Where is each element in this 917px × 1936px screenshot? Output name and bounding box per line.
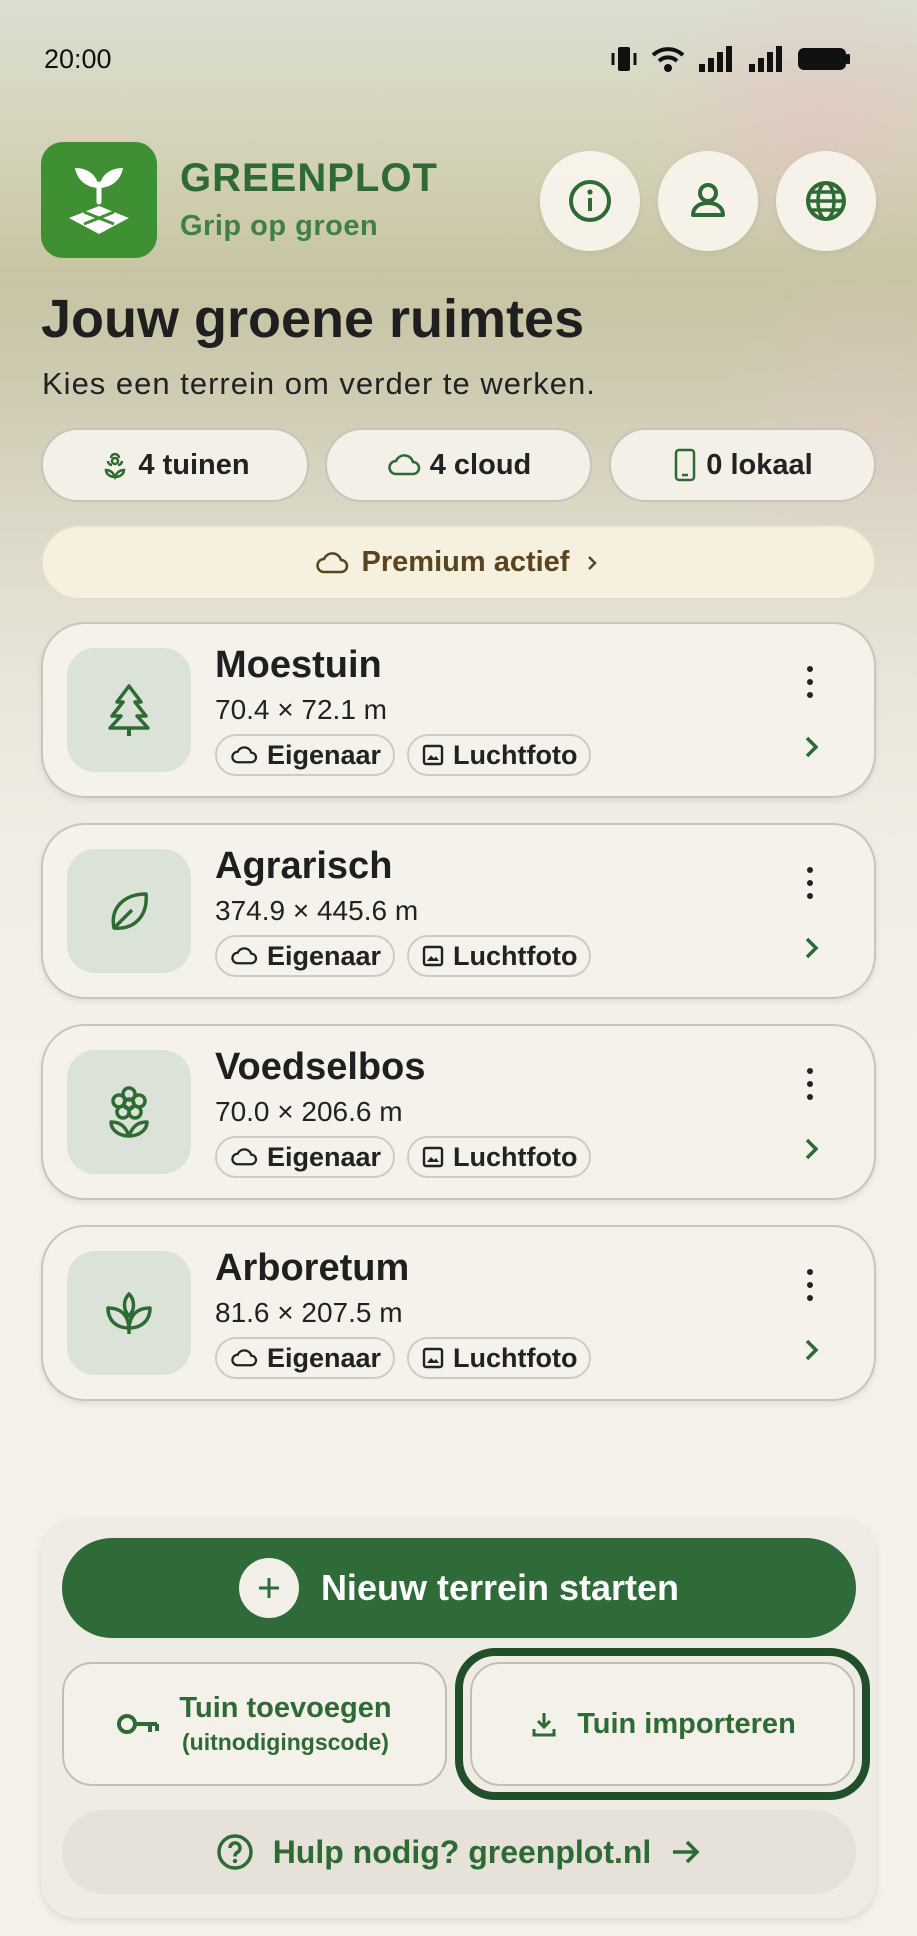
plus-icon [238, 1558, 299, 1618]
garden-card[interactable]: Moestuin 70.4 × 72.1 m Eigenaar Luchtfot… [41, 622, 876, 798]
stat-chip-gardens[interactable]: 4 tuinen [41, 428, 309, 502]
garden-thumbnail [67, 648, 191, 772]
help-link[interactable]: Hulp nodig? greenplot.nl [62, 1810, 856, 1894]
premium-banner[interactable]: Premium actief [41, 525, 876, 600]
help-icon [216, 1834, 253, 1870]
garden-card[interactable]: Arboretum 81.6 × 207.5 m Eigenaar Luchtf… [41, 1225, 876, 1401]
garden-card[interactable]: Voedselbos 70.0 × 206.6 m Eigenaar Lucht… [41, 1024, 876, 1200]
garden-name: Moestuin [215, 644, 382, 686]
info-icon [569, 180, 611, 222]
more-menu-icon[interactable] [798, 867, 822, 899]
garden-thumbnail [67, 1251, 191, 1375]
chevron-right-icon [588, 555, 598, 570]
seedling-logo-icon [69, 168, 129, 234]
garden-name: Arboretum [215, 1247, 410, 1289]
add-garden-button[interactable]: Tuin toevoegen (uitnodigingscode) [62, 1662, 447, 1786]
leaf-icon [111, 892, 148, 930]
page-subtitle: Kies een terrein om verder te werken. [42, 366, 596, 401]
garden-size: 70.4 × 72.1 m [215, 694, 388, 725]
key-icon [117, 1714, 160, 1734]
stat-chip-cloud[interactable]: 4 cloud [325, 428, 592, 502]
more-menu-icon[interactable] [798, 666, 822, 698]
stat-label: 0 lokaal [706, 448, 813, 481]
garden-thumbnail [67, 1050, 191, 1174]
chevron-right-icon[interactable] [796, 1134, 826, 1164]
garden-card[interactable]: Agrarisch 374.9 × 445.6 m Eigenaar Lucht… [41, 823, 876, 999]
garden-size: 374.9 × 445.6 m [215, 895, 419, 926]
image-icon [422, 1347, 444, 1369]
wifi-icon [651, 47, 685, 72]
more-menu-icon[interactable] [798, 1068, 822, 1100]
cloud-icon [231, 947, 258, 965]
signal-icon-2 [749, 46, 782, 72]
info-button[interactable] [540, 151, 640, 251]
image-icon [422, 744, 444, 766]
person-icon [691, 183, 725, 217]
garden-name: Agrarisch [215, 845, 393, 887]
app-logo [41, 142, 157, 258]
cloud-icon [315, 551, 348, 573]
sprout-icon [106, 1292, 152, 1334]
import-garden-button[interactable]: Tuin importeren [470, 1662, 855, 1786]
garden-thumbnail [67, 849, 191, 973]
vibrate-icon [611, 47, 637, 71]
chevron-right-icon[interactable] [796, 1335, 826, 1365]
role-tag: Eigenaar [215, 1337, 396, 1379]
more-menu-icon[interactable] [798, 1269, 822, 1301]
arrow-right-icon [673, 1840, 700, 1864]
import-garden-label: Tuin importeren [577, 1707, 796, 1740]
add-garden-hint: (uitnodigingscode) [182, 1729, 389, 1755]
garden-name: Voedselbos [215, 1046, 426, 1088]
garden-size: 81.6 × 207.5 m [215, 1297, 403, 1328]
image-icon [422, 1146, 444, 1168]
app-name: GREENPLOT [180, 156, 438, 200]
role-tag: Eigenaar [215, 935, 396, 977]
cloud-icon [231, 746, 258, 764]
app-tagline: Grip op groen [180, 210, 379, 242]
globe-icon [806, 181, 846, 221]
new-terrain-label: Nieuw terrein starten [320, 1567, 680, 1608]
phone-icon [675, 448, 696, 482]
chevron-right-icon[interactable] [796, 933, 826, 963]
stat-label: 4 tuinen [138, 448, 250, 481]
cloud-icon [231, 1148, 258, 1166]
layer-tag: Luchtfoto [407, 1136, 592, 1178]
status-time: 20:00 [44, 44, 112, 74]
chevron-right-icon[interactable] [796, 732, 826, 762]
layer-tag: Luchtfoto [407, 935, 592, 977]
help-label: Hulp nodig? greenplot.nl [272, 1833, 652, 1870]
role-tag: Eigenaar [215, 1136, 396, 1178]
cloud-icon [387, 454, 420, 476]
battery-icon [798, 48, 850, 70]
cloud-icon [231, 1349, 258, 1367]
image-icon [422, 945, 444, 967]
page-title: Jouw groene ruimtes [41, 289, 585, 349]
language-button[interactable] [776, 151, 876, 251]
account-button[interactable] [658, 151, 758, 251]
status-icons [609, 44, 851, 74]
flower-icon [109, 1086, 149, 1138]
signal-icon [699, 46, 732, 72]
garden-size: 70.0 × 206.6 m [215, 1096, 403, 1127]
add-garden-label: Tuin toevoegen [179, 1692, 392, 1724]
layer-tag: Luchtfoto [407, 1337, 592, 1379]
download-icon [532, 1713, 556, 1737]
stat-chip-local[interactable]: 0 lokaal [609, 428, 876, 502]
new-terrain-button[interactable]: Nieuw terrein starten [62, 1538, 856, 1638]
tree-icon [108, 684, 150, 736]
layer-tag: Luchtfoto [407, 734, 592, 776]
role-tag: Eigenaar [215, 734, 396, 776]
premium-label: Premium actief [361, 546, 570, 578]
stat-label: 4 cloud [429, 448, 532, 481]
flower-icon [105, 452, 126, 480]
